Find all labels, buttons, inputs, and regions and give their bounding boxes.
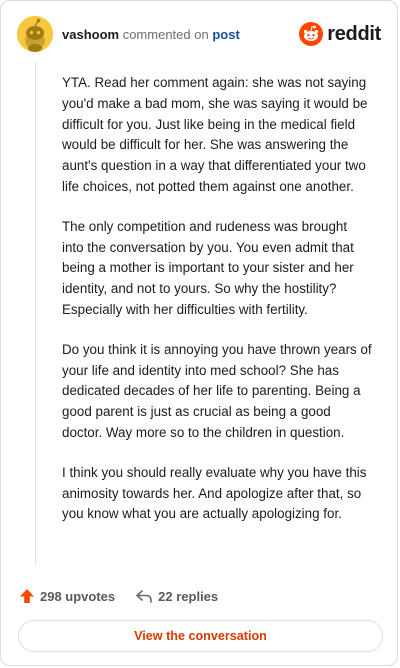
- post-link[interactable]: post: [212, 27, 239, 42]
- reply-arrow-icon: [136, 590, 152, 603]
- replies-count: 22 replies: [158, 588, 219, 604]
- comment-card: vashoom commented on post reddit YTA. Re…: [0, 0, 398, 666]
- reddit-brand[interactable]: reddit: [299, 22, 381, 46]
- comment-paragraph: YTA. Read her comment again: she was not…: [62, 75, 368, 194]
- comment-body: YTA. Read her comment again: she was not…: [62, 73, 372, 544]
- comment-header: vashoom commented on post reddit: [17, 15, 381, 53]
- username-link[interactable]: vashoom: [62, 27, 119, 42]
- replies-stat[interactable]: 22 replies: [135, 588, 218, 604]
- comment-paragraph: The only competition and rudeness was br…: [62, 218, 354, 317]
- upvote-arrow-icon: [20, 589, 34, 603]
- snoo-avatar-icon[interactable]: [17, 16, 53, 52]
- comment-paragraph: I think you should really evaluate why y…: [62, 464, 367, 522]
- thread-line: [35, 61, 36, 566]
- comment-byline: vashoom commented on post: [62, 27, 240, 42]
- upvotes-stat[interactable]: 298 upvotes: [19, 588, 115, 604]
- comment-stats: 298 upvotes 22 replies: [19, 584, 218, 608]
- byline-action: commented on: [122, 26, 209, 42]
- view-conversation-button[interactable]: View the conversation: [18, 620, 383, 652]
- reddit-logo-icon: [299, 22, 324, 46]
- comment-paragraph: Do you think it is annoying you have thr…: [62, 341, 372, 440]
- brand-wordmark: reddit: [327, 22, 381, 45]
- upvotes-count: 298 upvotes: [40, 588, 116, 604]
